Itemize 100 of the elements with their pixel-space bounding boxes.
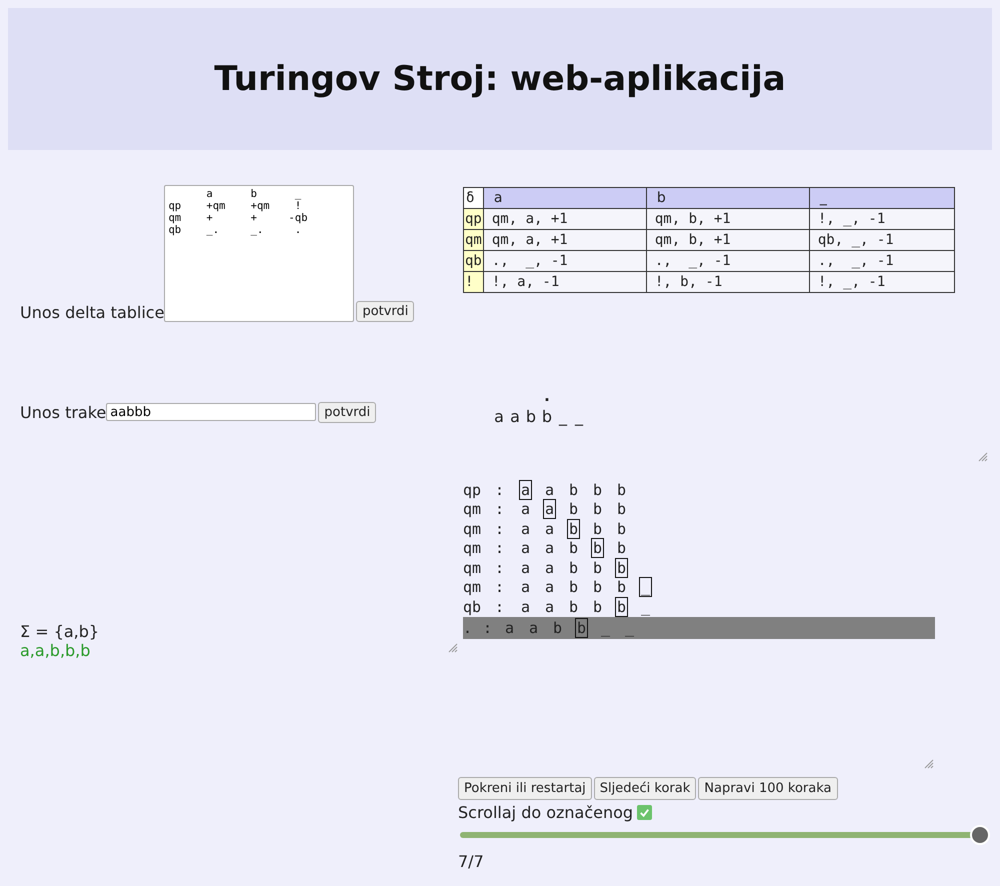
separator: : (494, 539, 506, 558)
tape-symbol: a (520, 499, 532, 520)
row-header: qp (464, 208, 484, 230)
tape-symbol: a (494, 407, 504, 426)
tape-symbol: b (592, 596, 604, 617)
table-cell: δ (464, 188, 484, 208)
tape-symbol: _ (575, 407, 583, 426)
tape-symbol: a (544, 596, 556, 617)
tape-symbol: a (504, 618, 516, 638)
separator: : (494, 578, 506, 596)
head-symbol: b (591, 538, 604, 558)
tape-symbol: a (544, 538, 556, 558)
tape-symbol: b (568, 499, 580, 520)
resize-handle-icon[interactable] (924, 759, 934, 769)
field-label: Unos delta tablice (20, 303, 164, 322)
tape-symbol: a (520, 596, 532, 617)
tape-symbol: b (616, 518, 628, 539)
page-title: Turingov Stroj: web-aplikacija (214, 59, 786, 99)
action-button[interactable]: Pokreni ili restartaj (458, 777, 592, 800)
tape-symbol: b (616, 577, 628, 598)
tape-symbol: a (528, 618, 540, 638)
step-counter: 7/7 (458, 852, 485, 871)
head-symbol: _ (639, 577, 652, 598)
table-cell: qm, b, +1 (646, 230, 810, 250)
row-header: qb (464, 250, 484, 272)
state-name: qm (463, 578, 482, 596)
state-name: qm (463, 558, 482, 577)
separator: : (494, 520, 506, 538)
tape-symbol: b (616, 499, 628, 520)
delta-table-input[interactable]: a b _ qp +qm +qm ! qm + + -qb qb _. _. . (164, 185, 354, 322)
tape-symbol: _ (640, 596, 652, 617)
table-cell: ., _, -1 (809, 250, 954, 272)
tape-symbol: b (616, 480, 628, 500)
tape-symbol: b (592, 518, 604, 539)
state-name: qm (463, 520, 482, 538)
separator: : (494, 480, 506, 499)
state-name: qb (463, 598, 482, 616)
action-button[interactable]: Napravi 100 koraka (698, 777, 838, 800)
tape-input[interactable]: aabbb (106, 403, 316, 421)
tape-symbol: _ (600, 618, 612, 638)
tape-symbol: a (544, 577, 556, 598)
tape-symbol: b (592, 558, 604, 578)
table-cell: qm, a, +1 (483, 230, 646, 250)
step-slider[interactable] (458, 824, 992, 846)
table-cell: qb, _, -1 (809, 230, 954, 250)
tape-symbol: b (568, 538, 580, 558)
table-cell: !, _, -1 (809, 272, 954, 292)
state-name: qp (463, 480, 482, 499)
tape-symbol: b (542, 407, 552, 426)
column-header: a (483, 188, 646, 208)
separator: : (494, 500, 506, 518)
resize-handle-icon[interactable] (448, 643, 458, 653)
confirm-button[interactable]: potvrdi (318, 402, 376, 422)
input-word: a,a,b,b,b (20, 641, 92, 660)
tape-symbol: b (568, 596, 580, 617)
field-label: Unos trake (20, 402, 106, 422)
head-symbol: b (567, 518, 580, 539)
resize-handle-icon[interactable] (978, 452, 988, 462)
table-cell: ., _, -1 (483, 250, 646, 272)
tape-symbol: b (568, 558, 580, 578)
table-cell: qm, b, +1 (646, 208, 810, 230)
tape-symbol: a (520, 518, 532, 539)
head-symbol: b (575, 618, 588, 638)
separator: : (494, 558, 506, 577)
state-name: . (463, 618, 474, 636)
head-state: . (544, 389, 550, 407)
tape-symbol: b (592, 480, 604, 500)
table-cell: !, _, -1 (809, 208, 954, 230)
tape-symbol: b (592, 499, 604, 520)
tape-symbol: b (568, 480, 580, 500)
row-header: qm (464, 230, 484, 250)
tape-symbol: b (592, 577, 604, 598)
row-header: ! (464, 272, 484, 292)
tape-symbol: b (568, 577, 580, 598)
state-name: qm (463, 500, 482, 518)
checkbox-label: Scrollaj do označenog (458, 803, 634, 822)
head-symbol: a (519, 480, 532, 500)
tape-symbol: a (510, 407, 520, 426)
tape-symbol: b (552, 618, 564, 638)
tape-symbol: a (544, 480, 556, 500)
tape-symbol: _ (624, 618, 636, 638)
scroll-checkbox[interactable] (637, 805, 652, 820)
state-name: qm (463, 539, 482, 558)
tape-symbol: b (526, 407, 536, 426)
tape-symbol: a (544, 518, 556, 539)
tape-symbol: a (520, 558, 532, 578)
head-symbol: b (615, 596, 628, 617)
column-header: _ (809, 188, 954, 208)
table-cell: !, b, -1 (646, 272, 810, 292)
tape-symbol: a (520, 538, 532, 558)
head-symbol: b (615, 558, 628, 578)
alphabet-text: Σ = {a,b} (20, 622, 100, 641)
action-button[interactable]: Sljedeći korak (594, 777, 696, 800)
table-cell: qm, a, +1 (483, 208, 646, 230)
table-cell: ., _, -1 (646, 250, 810, 272)
confirm-button[interactable]: potvrdi (356, 301, 414, 322)
tape-symbol: a (520, 577, 532, 598)
separator: : (494, 598, 506, 616)
tape-symbol: b (616, 538, 628, 558)
table-cell: !, a, -1 (483, 272, 646, 292)
